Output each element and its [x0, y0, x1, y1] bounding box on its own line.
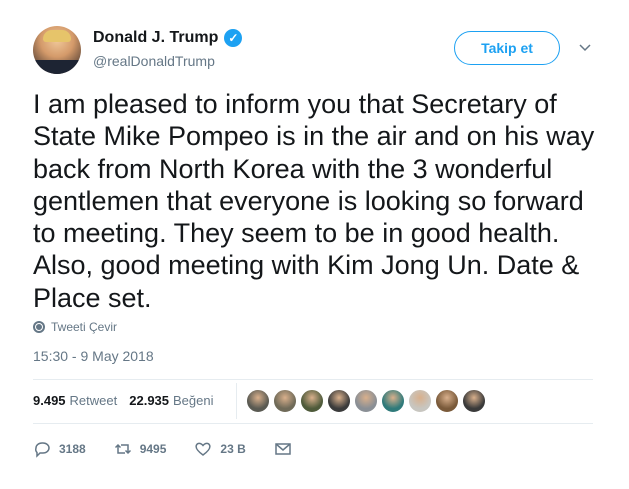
- reply-button[interactable]: 3188: [33, 440, 86, 458]
- name-row: Donald J. Trump ✓: [93, 29, 243, 47]
- translate-label: Tweeti Çevir: [51, 320, 118, 334]
- like-action-count: 23 B: [220, 442, 246, 456]
- avatar-hair: [43, 30, 71, 42]
- like-label[interactable]: Beğeni: [173, 393, 213, 408]
- retweet-label[interactable]: Retweet: [70, 393, 118, 408]
- tweet-actions: 3188 9495 23 B: [33, 440, 328, 458]
- envelope-icon: [275, 443, 291, 455]
- liker-avatar[interactable]: [327, 389, 351, 413]
- like-count[interactable]: 22.935: [129, 393, 169, 408]
- heart-icon: [195, 442, 212, 456]
- direct-message-button[interactable]: [274, 440, 300, 458]
- retweet-icon: [114, 443, 131, 455]
- divider-top: [33, 379, 593, 380]
- display-name[interactable]: Donald J. Trump: [93, 29, 218, 47]
- chevron-down-icon[interactable]: [578, 40, 592, 54]
- verified-badge-icon: ✓: [224, 29, 243, 47]
- liker-avatar[interactable]: [408, 389, 432, 413]
- retweet-button[interactable]: 9495: [114, 440, 167, 458]
- follow-button[interactable]: Takip et: [454, 31, 560, 65]
- liker-avatar[interactable]: [435, 389, 459, 413]
- liker-avatar[interactable]: [300, 389, 324, 413]
- liker-avatar[interactable]: [246, 389, 270, 413]
- like-button[interactable]: 23 B: [194, 440, 246, 458]
- liker-avatar[interactable]: [381, 389, 405, 413]
- reply-count: 3188: [59, 442, 86, 456]
- tweet-timestamp[interactable]: 15:30 - 9 May 2018: [33, 348, 154, 364]
- retweet-count[interactable]: 9.495: [33, 393, 66, 408]
- stats-separator: [236, 383, 237, 419]
- tweet-text: I am pleased to inform you that Secretar…: [33, 89, 595, 313]
- tweet-stats: 9.495 Retweet 22.935 Beğeni: [33, 393, 226, 408]
- divider-bottom: [33, 423, 593, 424]
- liker-avatar[interactable]: [354, 389, 378, 413]
- tweet-card: Donald J. Trump ✓ @realDonaldTrump Takip…: [0, 0, 629, 489]
- avatar-suit: [33, 60, 81, 74]
- liker-avatar[interactable]: [273, 389, 297, 413]
- liker-avatar[interactable]: [462, 389, 486, 413]
- user-handle[interactable]: @realDonaldTrump: [93, 53, 215, 69]
- liker-avatars: [246, 389, 486, 413]
- reply-icon: [35, 442, 50, 458]
- globe-icon: [33, 321, 45, 333]
- retweet-action-count: 9495: [139, 442, 167, 456]
- profile-avatar[interactable]: [33, 26, 81, 74]
- translate-tweet-link[interactable]: Tweeti Çevir: [33, 320, 117, 334]
